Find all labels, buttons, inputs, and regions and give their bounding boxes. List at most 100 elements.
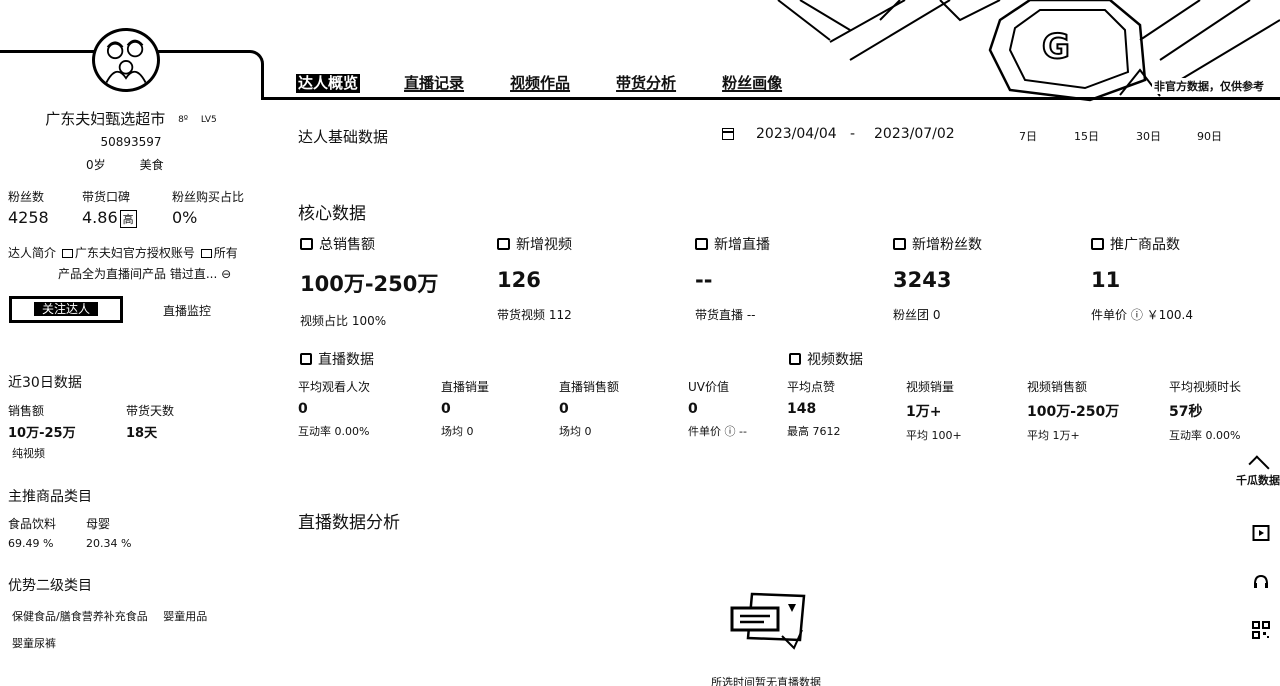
tab-overview[interactable]: 达人概览 — [296, 74, 361, 93]
card-label: 总销售额 — [319, 237, 375, 253]
tab-videos[interactable]: 视频作品 — [508, 74, 573, 93]
metric-sub: 平均 100+ — [906, 429, 962, 442]
core-card-new-fans: 新增粉丝数 3243 粉丝团 0 — [893, 234, 1083, 323]
bio-icon-2 — [200, 249, 212, 258]
level-badge: LV5 — [200, 114, 217, 125]
profile-id: 50893597 — [100, 135, 162, 149]
core-data-title: 核心数据 — [298, 204, 366, 224]
live-monitor-link[interactable]: 直播监控 — [163, 302, 211, 319]
bio-text-1b: 所有 — [213, 246, 238, 260]
recent30-note: 纯视频 — [12, 447, 45, 460]
metric-value: 148 — [787, 401, 817, 417]
recent30-labels: 销售额 带货天数 — [8, 402, 174, 419]
stat-value-fans: 4258 — [8, 208, 49, 227]
calendar-icon[interactable] — [722, 128, 734, 140]
svg-text:G: G — [1042, 27, 1070, 67]
core-card-new-live: 新增直播 -- 带货直播 -- — [695, 234, 885, 323]
card-label: 新增视频 — [516, 237, 572, 253]
metric-value: 0 — [298, 401, 308, 417]
card-label: 推广商品数 — [1110, 237, 1180, 253]
live-analysis-title: 直播数据分析 — [298, 513, 400, 533]
card-sub: 带货直播 -- — [695, 308, 756, 322]
expand-icon[interactable]: ⊖ — [221, 267, 231, 281]
avatar — [92, 28, 160, 92]
user-icon — [893, 238, 906, 250]
core-card-products: 推广商品数 11 件单价 ⓘ ￥100.4 — [1091, 234, 1280, 323]
date-start[interactable]: 2023/04/04 — [756, 126, 837, 142]
video-metric-duration: 平均视频时长 57秒 互动率 0.00% — [1169, 378, 1280, 443]
bio-icon — [61, 249, 73, 258]
recent30-label-sales: 销售额 — [8, 404, 45, 418]
tab-fan-profile[interactable]: 粉丝画像 — [720, 74, 785, 93]
stat-value-fan-purchase: 0% — [172, 208, 198, 227]
profile-meta: 0岁 美食 — [86, 156, 164, 173]
metric-label: 视频销量 — [906, 380, 955, 394]
card-value: 126 — [497, 268, 541, 292]
profile-name: 广东夫妇甄选超市 — [45, 110, 166, 128]
empty-state-text: 所选时间暂无直播数据 — [711, 676, 821, 686]
metric-sub: 最高 7612 — [787, 425, 841, 438]
recent30-label-days: 带货天数 — [126, 404, 175, 418]
metric-label: 直播销售额 — [559, 380, 620, 394]
date-end[interactable]: 2023/07/02 — [874, 126, 955, 142]
core-card-new-videos: 新增视频 126 带货视频 112 — [497, 234, 687, 323]
headset-icon[interactable] — [1250, 571, 1272, 593]
card-label: 新增粉丝数 — [912, 237, 982, 253]
bio-label: 达人简介 — [8, 246, 57, 260]
qrcode-icon[interactable] — [1250, 619, 1272, 641]
card-label: 新增直播 — [714, 237, 770, 253]
bio-text-2b: 错过直... — [169, 267, 218, 281]
category-tag[interactable]: 婴童尿裤 — [12, 637, 56, 650]
metric-sub: 场均 0 — [441, 425, 474, 438]
video-metric-volume: 视频销量 1万+ 平均 100+ — [906, 378, 1026, 443]
card-sub: 粉丝团 0 — [893, 308, 941, 322]
nav-divider — [262, 97, 1280, 100]
metric-value: 0 — [441, 401, 451, 417]
tab-sales-analysis[interactable]: 带货分析 — [614, 74, 679, 93]
basic-data-title: 达人基础数据 — [298, 128, 389, 146]
bio-text-2: 产品全为直播间产品 — [58, 267, 170, 281]
category-tag[interactable]: 保健食品/膳食营养补充食品 — [12, 610, 148, 623]
range-15d-button[interactable]: 15日 — [1074, 128, 1099, 144]
live-metric-revenue: 直播销售额 0 场均 0 — [559, 378, 679, 439]
follow-button[interactable]: 关注达人 — [9, 296, 123, 323]
main-category-names: 食品饮料 母婴 — [8, 515, 110, 532]
profile-age: 0岁 — [86, 158, 106, 172]
stat-values: 4258 4.86 高 0% — [8, 208, 262, 228]
metric-label: 平均点赞 — [787, 380, 836, 394]
metric-label: 视频销售额 — [1027, 380, 1088, 394]
live-icon — [695, 238, 708, 250]
metric-label: 平均观看人次 — [298, 380, 371, 394]
category-name: 食品饮料 — [8, 517, 57, 531]
card-value: 100万-250万 — [300, 272, 439, 296]
stat-label-reputation: 带货口碑 — [82, 190, 131, 204]
range-7d-button[interactable]: 7日 — [1019, 128, 1037, 144]
empty-state-icon — [730, 592, 806, 650]
tab-live-records[interactable]: 直播记录 — [402, 74, 467, 93]
video-metric-likes: 平均点赞 148 最高 7612 — [787, 378, 907, 439]
recent30-title: 近30日数据 — [8, 375, 82, 391]
metric-value: 1万+ — [906, 404, 942, 420]
card-sub: 视频占比 100% — [300, 314, 387, 328]
range-90d-button[interactable]: 90日 — [1197, 128, 1222, 144]
main-categories-title: 主推商品类目 — [8, 489, 92, 505]
brand-logo[interactable]: 千瓜数据 — [1236, 458, 1280, 494]
range-30d-button[interactable]: 30日 — [1136, 128, 1161, 144]
metric-sub: 互动率 0.00% — [298, 425, 370, 438]
category-pct: 69.49 % — [8, 537, 54, 550]
cart-icon — [1091, 238, 1104, 250]
recent30-value-days: 18天 — [126, 426, 158, 441]
video-tool-icon[interactable] — [1250, 522, 1272, 544]
metric-label: 平均视频时长 — [1169, 380, 1242, 394]
stat-labels: 粉丝数 带货口碑 粉丝购买占比 — [8, 188, 262, 205]
reputation-score: 4.86 — [82, 208, 118, 227]
main-tabs: 达人概览 直播记录 视频作品 带货分析 粉丝画像 — [296, 74, 785, 93]
recent30-value-sales: 10万-25万 — [8, 426, 76, 441]
live-metric-viewers: 平均观看人次 0 互动率 0.00% — [298, 378, 418, 439]
category-tag[interactable]: 婴童用品 — [163, 610, 207, 623]
core-card-total-sales: 总销售额 100万-250万 视频占比 100% — [300, 234, 490, 329]
disclaimer: 非官方数据，仅供参考 — [1152, 78, 1266, 94]
card-sub: 件单价 ⓘ ￥100.4 — [1091, 308, 1193, 322]
profile-sidebar: 广东夫妇甄选超市 8º LV5 50893597 0岁 美食 粉丝数 带货口碑 … — [0, 0, 262, 686]
card-value: 11 — [1091, 268, 1121, 292]
